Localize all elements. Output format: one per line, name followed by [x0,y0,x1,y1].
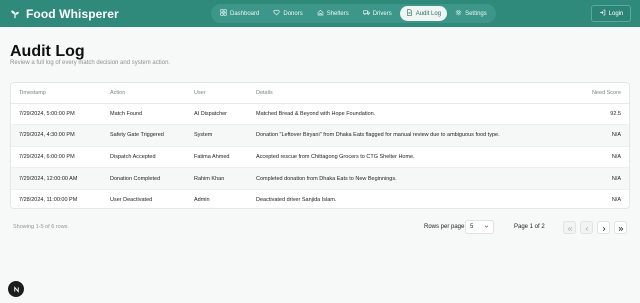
floating-action-button[interactable] [8,281,24,297]
table-header-row: Timestamp Action User Details Need Score [11,83,629,104]
cell-details: Accepted rescue from Chittagong Grocers … [248,146,548,169]
truck-icon [362,9,370,18]
cell-action: User Deactivated [110,197,153,204]
cell-action: Dispatch Accepted [102,146,186,169]
cell-details: Matched Bread & Beyond with Hope Foundat… [248,103,548,126]
audit-log-table: Timestamp Action User Details Need Score… [10,82,630,209]
next-page-button[interactable] [597,221,610,234]
app-name: Food Whisperer [26,6,119,21]
home-icon [317,9,324,18]
nav-drivers[interactable]: Drivers [357,6,398,21]
table-row[interactable]: 7/29/2024, 5:00:00 PM Match Found AI Dis… [11,103,629,126]
page-indicator: Page 1 of 2 [514,224,545,230]
column-header-details[interactable]: Details [248,83,548,104]
table-row[interactable]: 7/29/2024, 6:00:00 PM Dispatch Accepted … [11,146,629,169]
nav-shelters[interactable]: Shelters [311,6,355,21]
page-subtitle: Review a full log of every match decisio… [10,60,171,66]
sprout-logo-icon [10,9,20,19]
rows-per-page-select[interactable]: 5 [465,220,494,234]
nav-settings[interactable]: Settings [449,6,493,21]
rows-per-page-value: 5 [470,224,474,230]
column-header-timestamp[interactable]: Timestamp [11,83,102,104]
column-header-need-score[interactable]: Need Score [548,83,629,104]
cell-need-score: N/A [611,197,621,204]
column-header-action[interactable]: Action [102,83,186,104]
cell-need-score: N/A [548,124,629,147]
login-icon [599,9,606,18]
heart-hand-icon [273,9,280,18]
pagination-controls [563,221,627,234]
cell-timestamp: 7/29/2024, 4:30:00 PM [11,124,102,147]
login-button[interactable]: Login [591,5,631,22]
table-row[interactable]: 7/29/2024, 4:30:00 PM Safety Gate Trigge… [11,124,629,147]
cell-need-score: 92.5 [548,103,629,126]
last-page-button[interactable] [614,221,627,234]
nav-audit-log[interactable]: Audit Log [399,6,448,21]
file-text-icon [406,9,413,18]
cell-user: AI Dispatcher [186,103,248,126]
nav-donors[interactable]: Donors [267,6,308,21]
login-label: Login [608,10,624,17]
n-logo-icon [13,280,20,298]
brand[interactable]: Food Whisperer [10,7,119,21]
cell-timestamp: 7/28/2024, 11:00:00 PM [19,197,78,204]
cell-timestamp: 7/29/2024, 6:00:00 PM [11,146,102,169]
nav-dashboard-label: Dashboard [230,10,260,17]
cell-action: Match Found [102,103,186,126]
nav-dashboard[interactable]: Dashboard [214,6,265,21]
cell-details: Completed donation from Dhaka Eats to Ne… [248,167,548,190]
column-header-user[interactable]: User [186,83,248,104]
top-navigation-bar: Food Whisperer Dashboard Donors Shelters… [0,0,640,27]
dashboard-icon [220,9,227,18]
cell-timestamp: 7/29/2024, 12:00:00 AM [11,167,102,190]
row-count-text: Showing 1-5 of 6 rows. [13,224,69,230]
chevron-left-icon [584,219,590,237]
cell-user: System [186,124,248,147]
chevrons-left-icon [567,219,573,237]
cell-timestamp: 7/29/2024, 5:00:00 PM [11,103,102,126]
rows-per-page-label: Rows per page [424,224,465,230]
first-page-button[interactable] [563,221,576,234]
nav-donors-label: Donors [283,10,303,17]
nav-settings-label: Settings [465,10,487,17]
page-title: Audit Log [10,43,85,60]
gear-icon [455,9,462,18]
main-nav: Dashboard Donors Shelters Drivers Audit … [211,4,496,23]
cell-need-score: N/A [548,146,629,169]
cell-action: Donation Completed [102,167,186,190]
chevron-down-icon [484,224,489,231]
cell-details: Deactivated driver Sanjida Islam. [256,197,337,204]
cell-user: Rahim Khan [186,167,248,190]
cell-action: Safety Gate Triggered [102,124,186,147]
table-row[interactable]: 7/29/2024, 12:00:00 AM Donation Complete… [11,167,629,190]
cell-need-score: N/A [548,167,629,190]
nav-audit-log-label: Audit Log [415,10,442,17]
nav-drivers-label: Drivers [372,10,392,17]
cell-user: Admin [194,197,210,204]
cell-user: Fatima Ahmed [186,146,248,169]
nav-shelters-label: Shelters [326,10,349,17]
previous-page-button[interactable] [580,221,593,234]
table-row[interactable]: 7/28/2024, 11:00:00 PM User Deactivated … [11,189,629,208]
cell-details: Donation "Leftover Biryani" from Dhaka E… [248,124,548,147]
chevrons-right-icon [618,219,624,237]
chevron-right-icon [601,219,607,237]
